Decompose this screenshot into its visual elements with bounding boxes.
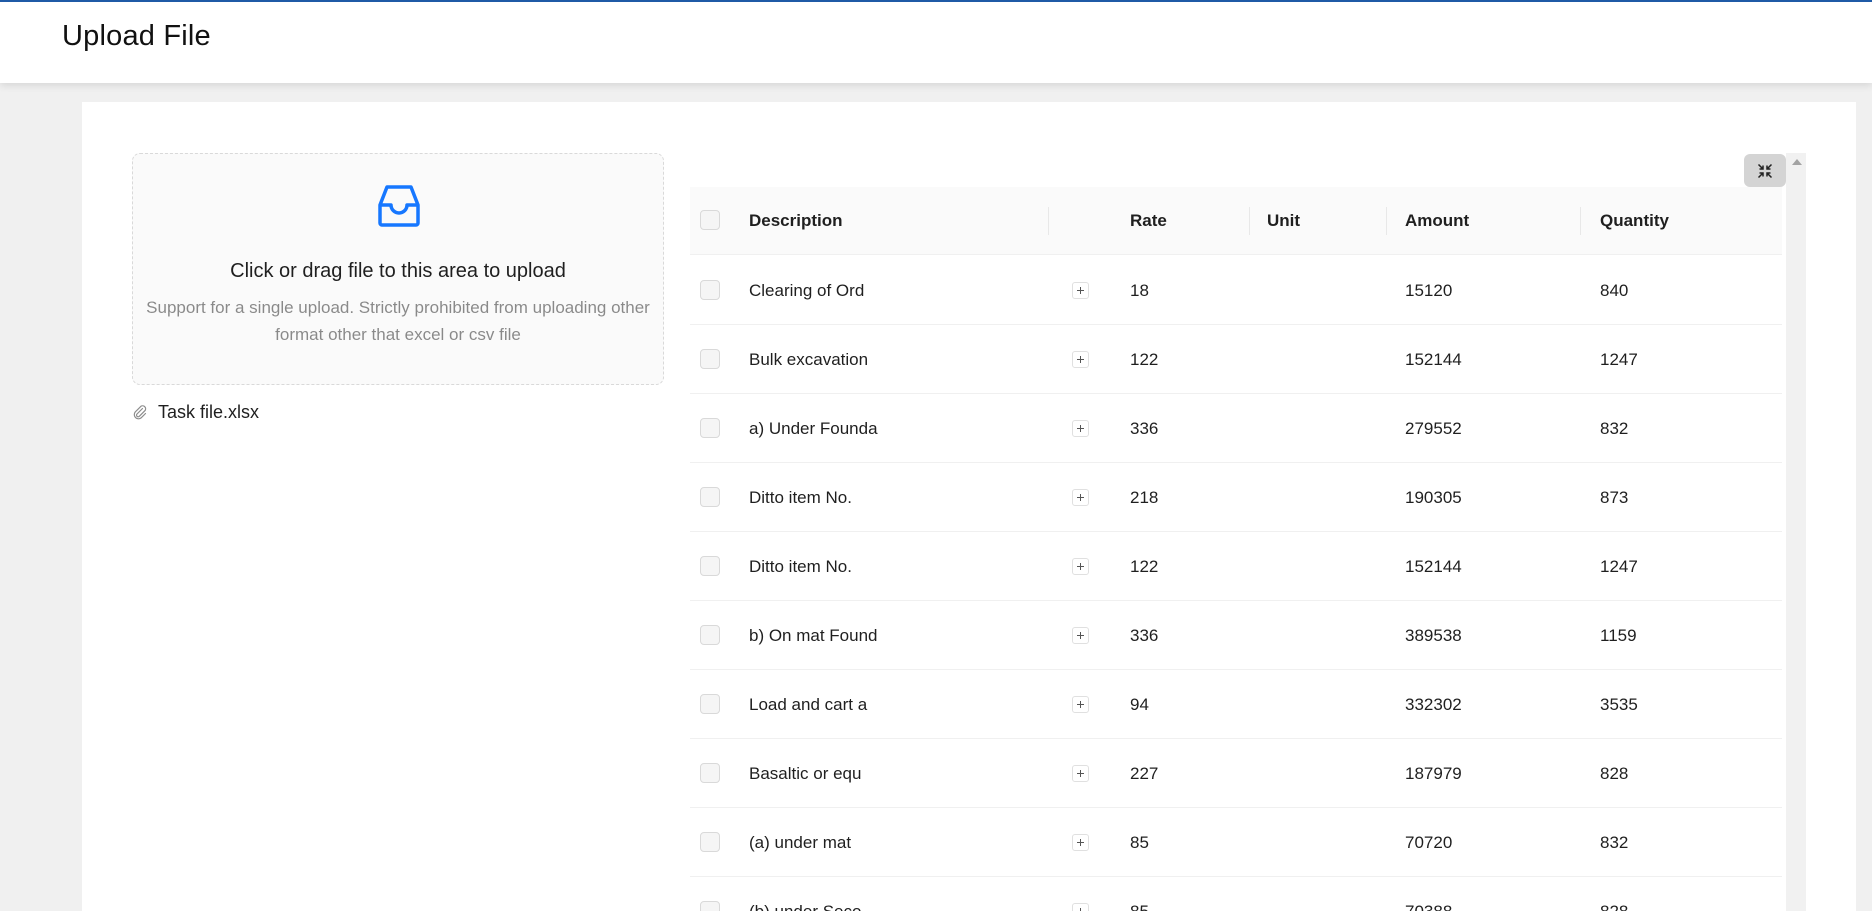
column-separator (1249, 207, 1250, 235)
cell-quantity: 3535 (1600, 695, 1638, 714)
cell-description: Basaltic or equ (749, 764, 862, 783)
table-row[interactable]: a) Under Founda 336 279552 832 (690, 394, 1782, 463)
paperclip-icon (133, 405, 147, 420)
cell-quantity: 832 (1600, 419, 1629, 438)
cell-rate: 18 (1130, 281, 1149, 300)
cell-description: Load and cart a (749, 695, 868, 714)
column-separator (1048, 207, 1049, 235)
cell-amount: 70720 (1405, 833, 1453, 852)
cell-amount: 332302 (1405, 695, 1462, 714)
table-row[interactable]: Bulk excavation 122 152144 1247 (690, 325, 1782, 394)
expand-row-icon[interactable] (1072, 627, 1089, 644)
row-checkbox[interactable] (700, 556, 720, 576)
cell-amount: 152144 (1405, 557, 1462, 576)
cell-amount: 190305 (1405, 488, 1462, 507)
expand-row-icon[interactable] (1072, 351, 1089, 368)
cell-quantity: 832 (1600, 833, 1629, 852)
cell-quantity: 1159 (1600, 626, 1637, 645)
upload-title: Click or drag file to this area to uploa… (230, 260, 566, 282)
expand-row-icon[interactable] (1072, 489, 1089, 506)
cell-quantity: 828 (1600, 877, 1628, 911)
row-checkbox[interactable] (700, 901, 720, 911)
cell-quantity: 840 (1600, 281, 1629, 300)
row-checkbox[interactable] (700, 625, 720, 645)
column-header-description[interactable]: Description (749, 187, 843, 255)
cell-rate: 122 (1130, 350, 1159, 369)
cell-description: (a) under mat (749, 833, 852, 852)
cell-description: Ditto item No. (749, 488, 852, 507)
cell-rate: 85 (1130, 877, 1149, 911)
column-header-unit[interactable]: Unit (1267, 187, 1300, 255)
cell-description: b) On mat Found (749, 626, 878, 645)
column-header-quantity[interactable]: Quantity (1600, 187, 1669, 255)
data-table: Description Rate Unit Amount Quantity Cl… (690, 153, 1786, 911)
table-row[interactable]: (a) under mat 85 70720 832 (690, 808, 1782, 877)
cell-amount: 15120 (1405, 281, 1453, 300)
scroll-up-arrow[interactable] (1792, 159, 1802, 165)
cell-rate: 227 (1130, 764, 1159, 783)
cell-amount: 152144 (1405, 350, 1462, 369)
expand-row-icon[interactable] (1072, 282, 1089, 299)
table-row[interactable]: (b) under Seco 85 70388 828 (690, 877, 1782, 911)
column-header-amount[interactable]: Amount (1405, 187, 1469, 255)
select-all-checkbox[interactable] (700, 210, 720, 230)
expand-row-icon[interactable] (1072, 696, 1089, 713)
cell-amount: 279552 (1405, 419, 1462, 438)
cell-description: a) Under Founda (749, 419, 878, 438)
row-checkbox[interactable] (700, 349, 720, 369)
cell-rate: 218 (1130, 488, 1159, 507)
row-checkbox[interactable] (700, 487, 720, 507)
expand-row-icon[interactable] (1072, 903, 1089, 911)
row-checkbox[interactable] (700, 763, 720, 783)
cell-description: Clearing of Ord (749, 281, 865, 300)
table-row[interactable]: b) On mat Found 336 389538 1159 (690, 601, 1782, 670)
table-row[interactable]: Load and cart a 94 332302 3535 (690, 670, 1782, 739)
cell-amount: 70388 (1405, 877, 1452, 911)
table-row[interactable]: Ditto item No. 122 152144 1247 (690, 532, 1782, 601)
cell-rate: 336 (1130, 419, 1159, 438)
cell-description: Bulk excavation (749, 350, 869, 369)
cell-rate: 94 (1130, 695, 1149, 714)
uploaded-file-item[interactable]: Task file.xlsx (132, 395, 259, 429)
upload-dragger[interactable]: Click or drag file to this area to uploa… (132, 153, 664, 385)
expand-row-icon[interactable] (1072, 765, 1089, 782)
expand-row-icon[interactable] (1072, 834, 1089, 851)
cell-amount: 389538 (1405, 626, 1462, 645)
table-header: Description Rate Unit Amount Quantity (690, 187, 1782, 255)
row-checkbox[interactable] (700, 694, 720, 714)
table-row[interactable]: Ditto item No. 218 190305 873 (690, 463, 1782, 532)
uploaded-file-name: Task file.xlsx (158, 401, 260, 422)
expand-row-icon[interactable] (1072, 420, 1089, 437)
table-scrollbar[interactable] (1786, 153, 1806, 911)
cell-rate: 85 (1130, 833, 1149, 852)
column-header-rate[interactable]: Rate (1130, 187, 1167, 255)
page-title: Upload File (62, 20, 211, 52)
cell-amount: 187979 (1405, 764, 1462, 783)
row-checkbox[interactable] (700, 418, 720, 438)
cell-rate: 336 (1130, 626, 1159, 645)
upload-card: Click or drag file to this area to uploa… (82, 102, 1856, 911)
cell-quantity: 828 (1600, 764, 1629, 783)
cell-quantity: 1247 (1600, 557, 1638, 576)
expand-row-icon[interactable] (1072, 558, 1089, 575)
column-separator (1580, 207, 1581, 235)
cell-description: (b) under Seco (749, 877, 861, 911)
table-row[interactable]: Clearing of Ord 18 15120 840 (690, 256, 1782, 325)
row-checkbox[interactable] (700, 832, 720, 852)
cell-rate: 122 (1130, 557, 1159, 576)
cell-description: Ditto item No. (749, 557, 852, 576)
top-bar: Upload File (0, 0, 1872, 83)
inbox-icon (378, 185, 420, 227)
upload-hint: Support for a single upload. Strictly pr… (146, 298, 650, 344)
column-separator (1386, 207, 1387, 235)
table-row[interactable]: Basaltic or equ 227 187979 828 (690, 739, 1782, 808)
cell-quantity: 1247 (1600, 350, 1638, 369)
cell-quantity: 873 (1600, 488, 1629, 507)
row-checkbox[interactable] (700, 280, 720, 300)
